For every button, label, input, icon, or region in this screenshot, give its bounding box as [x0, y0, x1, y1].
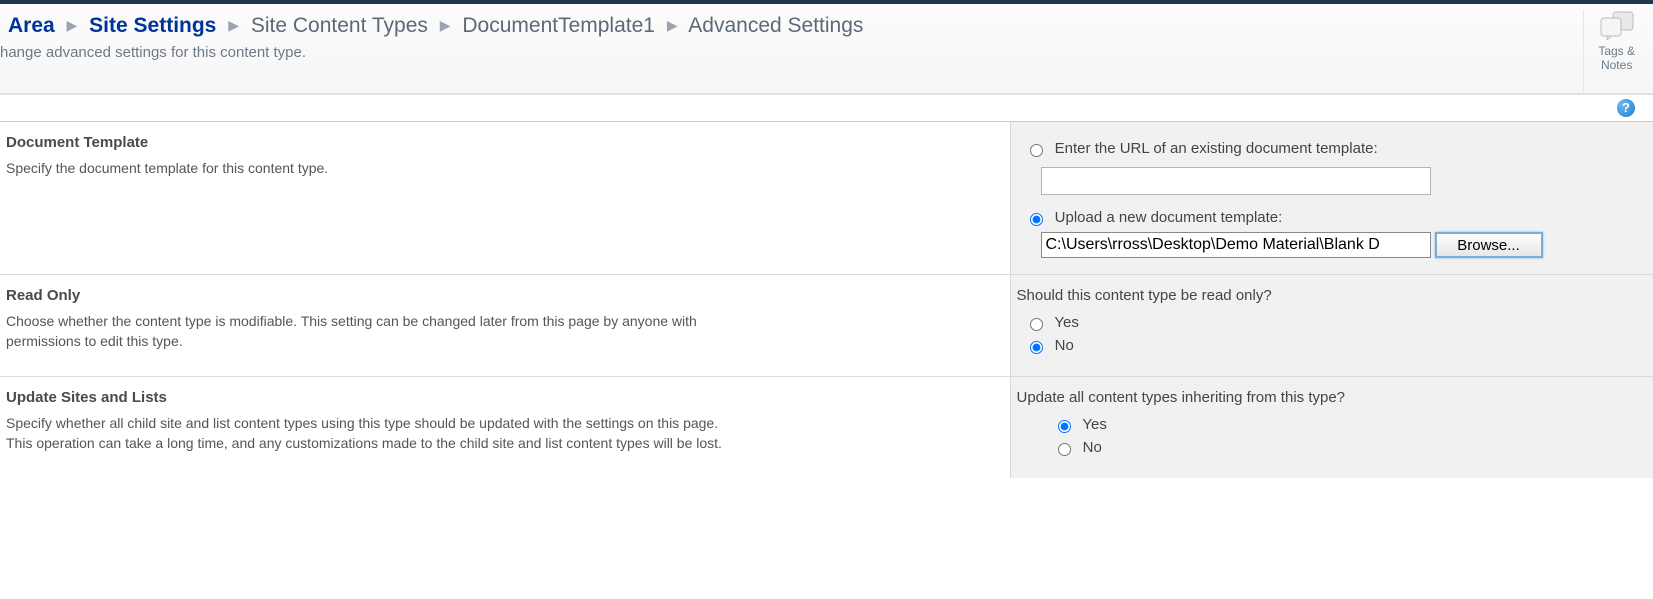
settings-form: Document Template Specify the document t… — [0, 122, 1653, 478]
section-title-update: Update Sites and Lists — [6, 389, 996, 406]
breadcrumb-document-template: DocumentTemplate1 — [462, 14, 655, 37]
tags-notes-button[interactable]: Tags & Notes — [1583, 10, 1635, 94]
radio-update-yes[interactable] — [1058, 420, 1071, 433]
radio-read-only-yes[interactable] — [1030, 318, 1043, 331]
label-enter-url: Enter the URL of an existing document te… — [1055, 140, 1378, 157]
breadcrumb: Area ▶ Site Settings ▶ Site Content Type… — [0, 10, 1653, 40]
label-upload-template: Upload a new document template: — [1055, 209, 1283, 226]
radio-upload-template[interactable] — [1030, 213, 1043, 226]
input-file-path[interactable]: C:\Users\rross\Desktop\Demo Material\Bla… — [1041, 232, 1431, 258]
section-desc-document-template: Specify the document template for this c… — [6, 159, 726, 179]
section-desc-update: Specify whether all child site and list … — [6, 414, 726, 453]
label-read-only-yes: Yes — [1054, 314, 1078, 331]
tags-notes-icon — [1599, 10, 1635, 40]
browse-button[interactable]: Browse... — [1435, 232, 1543, 258]
chevron-right-icon: ▶ — [434, 17, 457, 33]
chevron-right-icon: ▶ — [222, 17, 245, 33]
help-bar: ? — [0, 94, 1653, 122]
radio-update-no[interactable] — [1058, 443, 1071, 456]
radio-enter-url[interactable] — [1030, 144, 1043, 157]
breadcrumb-area[interactable]: Area — [8, 14, 55, 37]
breadcrumb-site-content-types: Site Content Types — [251, 14, 428, 37]
label-read-only-no: No — [1055, 337, 1074, 354]
label-update-yes: Yes — [1082, 416, 1106, 433]
page-subtitle: hange advanced settings for this content… — [0, 40, 1653, 65]
question-read-only: Should this content type be read only? — [1017, 287, 1640, 304]
help-icon[interactable]: ? — [1617, 99, 1635, 117]
section-title-read-only: Read Only — [6, 287, 996, 304]
page-header: Area ▶ Site Settings ▶ Site Content Type… — [0, 4, 1653, 94]
section-desc-read-only: Choose whether the content type is modif… — [6, 312, 726, 351]
section-title-document-template: Document Template — [6, 134, 996, 151]
breadcrumb-advanced-settings: Advanced Settings — [688, 14, 863, 37]
breadcrumb-site-settings[interactable]: Site Settings — [89, 14, 216, 37]
label-update-no: No — [1083, 439, 1102, 456]
tags-notes-label: Tags & Notes — [1598, 44, 1635, 72]
chevron-right-icon: ▶ — [661, 17, 684, 33]
input-template-url[interactable] — [1041, 167, 1431, 195]
question-update: Update all content types inheriting from… — [1017, 389, 1640, 406]
chevron-right-icon: ▶ — [61, 17, 84, 33]
radio-read-only-no[interactable] — [1030, 341, 1043, 354]
